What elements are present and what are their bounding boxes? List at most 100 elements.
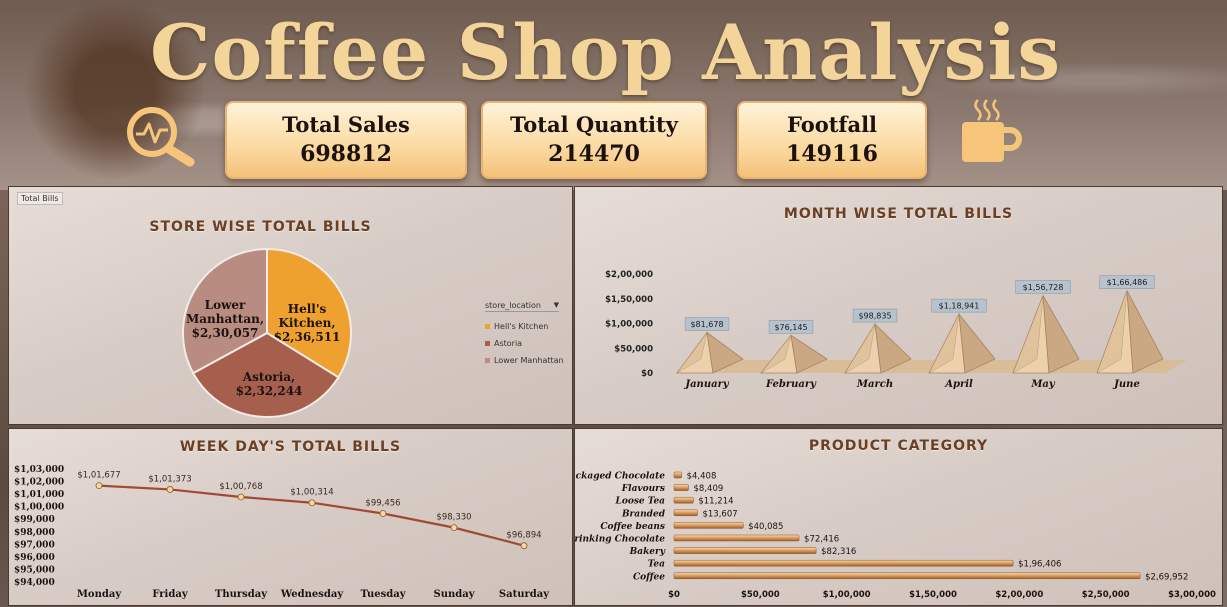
- filter-label: store_location: [485, 300, 541, 310]
- bar: [673, 572, 1141, 580]
- coffee-cup-icon: [958, 96, 1022, 166]
- pie-data-label: Astoria, $2,32,244: [236, 370, 303, 398]
- x-tick-label: Saturday: [499, 589, 550, 600]
- data-label: $1,01,373: [148, 474, 191, 484]
- x-tick-label: Sunday: [433, 589, 475, 600]
- analytics-magnifier-icon: [124, 104, 200, 168]
- legend-label: Hell's Kitchen: [494, 322, 549, 331]
- legend-swatch: [485, 358, 490, 363]
- data-label: $1,56,728: [1023, 283, 1064, 292]
- data-point: [520, 542, 528, 550]
- x-tick-label: Thursday: [215, 589, 268, 600]
- x-tick-label: Wednesday: [280, 589, 345, 600]
- legend-swatch: [485, 324, 490, 329]
- y-tick-label: $2,00,000: [605, 270, 653, 280]
- bar: [673, 559, 1014, 567]
- data-label: $8,409: [694, 484, 724, 494]
- category-label: Tea: [648, 560, 665, 570]
- data-label: $72,416: [804, 535, 839, 545]
- x-tick-label: June: [1112, 379, 1140, 390]
- x-tick-label: Monday: [77, 589, 122, 600]
- data-label: $1,01,677: [77, 471, 120, 481]
- legend-item-hells-kitchen: Hell's Kitchen: [485, 318, 564, 335]
- y-tick-label: $50,000: [614, 344, 653, 354]
- data-label: $40,085: [748, 522, 783, 532]
- pyramid-side: [1126, 290, 1164, 374]
- legend-label: Lower Manhattan: [494, 356, 564, 365]
- dropdown-arrow-icon[interactable]: ▼: [554, 301, 559, 309]
- x-tick-label: February: [765, 379, 817, 390]
- y-tick-label: $1,50,000: [605, 295, 653, 305]
- month-pyramid-chart: $0 $50,000 $1,00,000 $1,50,000 $2,00,000 $81,…: [605, 270, 1187, 390]
- store-wise-panel: Total Bills STORE WISE TOTAL BILLS Hell'…: [8, 186, 573, 425]
- kpi-label: Total Quantity: [510, 112, 678, 137]
- y-tick-label: $0: [641, 369, 653, 379]
- pie-label-line: Lower: [205, 298, 246, 312]
- data-label: $98,835: [858, 312, 891, 321]
- pie-label-line: Hell's: [288, 302, 327, 316]
- category-label: Coffee: [633, 572, 665, 582]
- data-label: $13,607: [702, 509, 737, 519]
- y-tick-label: $1,03,000: [14, 465, 64, 475]
- legend-item-astoria: Astoria: [485, 335, 564, 352]
- bar: [673, 471, 682, 479]
- y-tick-label: $1,00,000: [14, 503, 64, 513]
- x-tick-label: $1,00,000: [823, 590, 871, 600]
- x-tick-label: March: [856, 379, 893, 390]
- data-label: $1,00,768: [219, 482, 262, 492]
- data-label: $96,894: [506, 531, 541, 541]
- y-tick-label: $99,000: [14, 515, 55, 525]
- data-point: [308, 499, 316, 507]
- data-point: [450, 524, 458, 532]
- y-tick-label: $95,000: [14, 565, 55, 575]
- data-label: $1,96,406: [1018, 560, 1061, 570]
- legend-label: Astoria: [494, 339, 523, 348]
- x-tick-label: $3,00,000: [1168, 590, 1216, 600]
- product-bar-chart: Packaged Chocolate $4,408 Flavours $8,409 Lo…: [575, 471, 1216, 601]
- kpi-label: Footfall: [786, 112, 878, 137]
- weekday-line-chart: $94,000 $95,000 $96,000 $97,000 $98,000 $99,0…: [14, 465, 550, 600]
- x-tick-label: $50,000: [741, 590, 780, 600]
- y-tick-label: $94,000: [14, 578, 55, 588]
- data-label: $1,66,486: [1107, 278, 1148, 287]
- store-location-filter[interactable]: store_location ▼: [485, 299, 559, 312]
- x-tick-label: Tuesday: [360, 589, 406, 600]
- kpi-value: 149116: [786, 141, 878, 167]
- pie-label-line: $2,30,057: [192, 326, 259, 340]
- x-tick-label: Friday: [152, 589, 188, 600]
- bar: [673, 547, 817, 554]
- kpi-label: Total Sales: [282, 112, 410, 137]
- x-tick-label: January: [683, 379, 730, 390]
- y-tick-label: $97,000: [14, 540, 55, 550]
- data-label: $98,330: [436, 513, 471, 523]
- y-tick-label: $96,000: [14, 553, 55, 563]
- x-tick-label: $1,50,000: [909, 590, 957, 600]
- data-label: $82,316: [821, 547, 856, 557]
- bar: [673, 534, 800, 542]
- category-label: Drinking Chocolate: [575, 535, 665, 545]
- category-label: Packaged Chocolate: [575, 472, 665, 482]
- category-label: Branded: [621, 509, 666, 519]
- data-point: [379, 510, 387, 517]
- pie-label-line: Astoria,: [242, 370, 295, 384]
- data-label: $2,69,952: [1145, 572, 1188, 582]
- pie-label-line: Kitchen,: [278, 316, 335, 330]
- kpi-value: 698812: [300, 141, 392, 167]
- kpi-footfall: Footfall 149116: [737, 101, 927, 179]
- store-legend: store_location ▼ Hell's Kitchen Astoria …: [485, 299, 564, 369]
- x-tick-label: $2,50,000: [1082, 590, 1130, 600]
- bar: [673, 496, 694, 504]
- bar: [673, 484, 689, 491]
- data-label: $11,214: [698, 497, 733, 507]
- category-label: Flavours: [621, 484, 665, 494]
- data-point: [166, 486, 174, 493]
- legend-swatch: [485, 341, 490, 346]
- kpi-value: 214470: [548, 141, 640, 167]
- data-label: $1,18,941: [939, 302, 980, 311]
- category-label: Coffee beans: [600, 522, 665, 532]
- y-tick-label: $1,01,000: [14, 490, 64, 500]
- legend-item-lower-manhattan: Lower Manhattan: [485, 352, 564, 369]
- y-tick-label: $1,02,000: [14, 478, 64, 488]
- data-label: $4,408: [687, 472, 717, 482]
- y-tick-label: $1,00,000: [605, 320, 653, 330]
